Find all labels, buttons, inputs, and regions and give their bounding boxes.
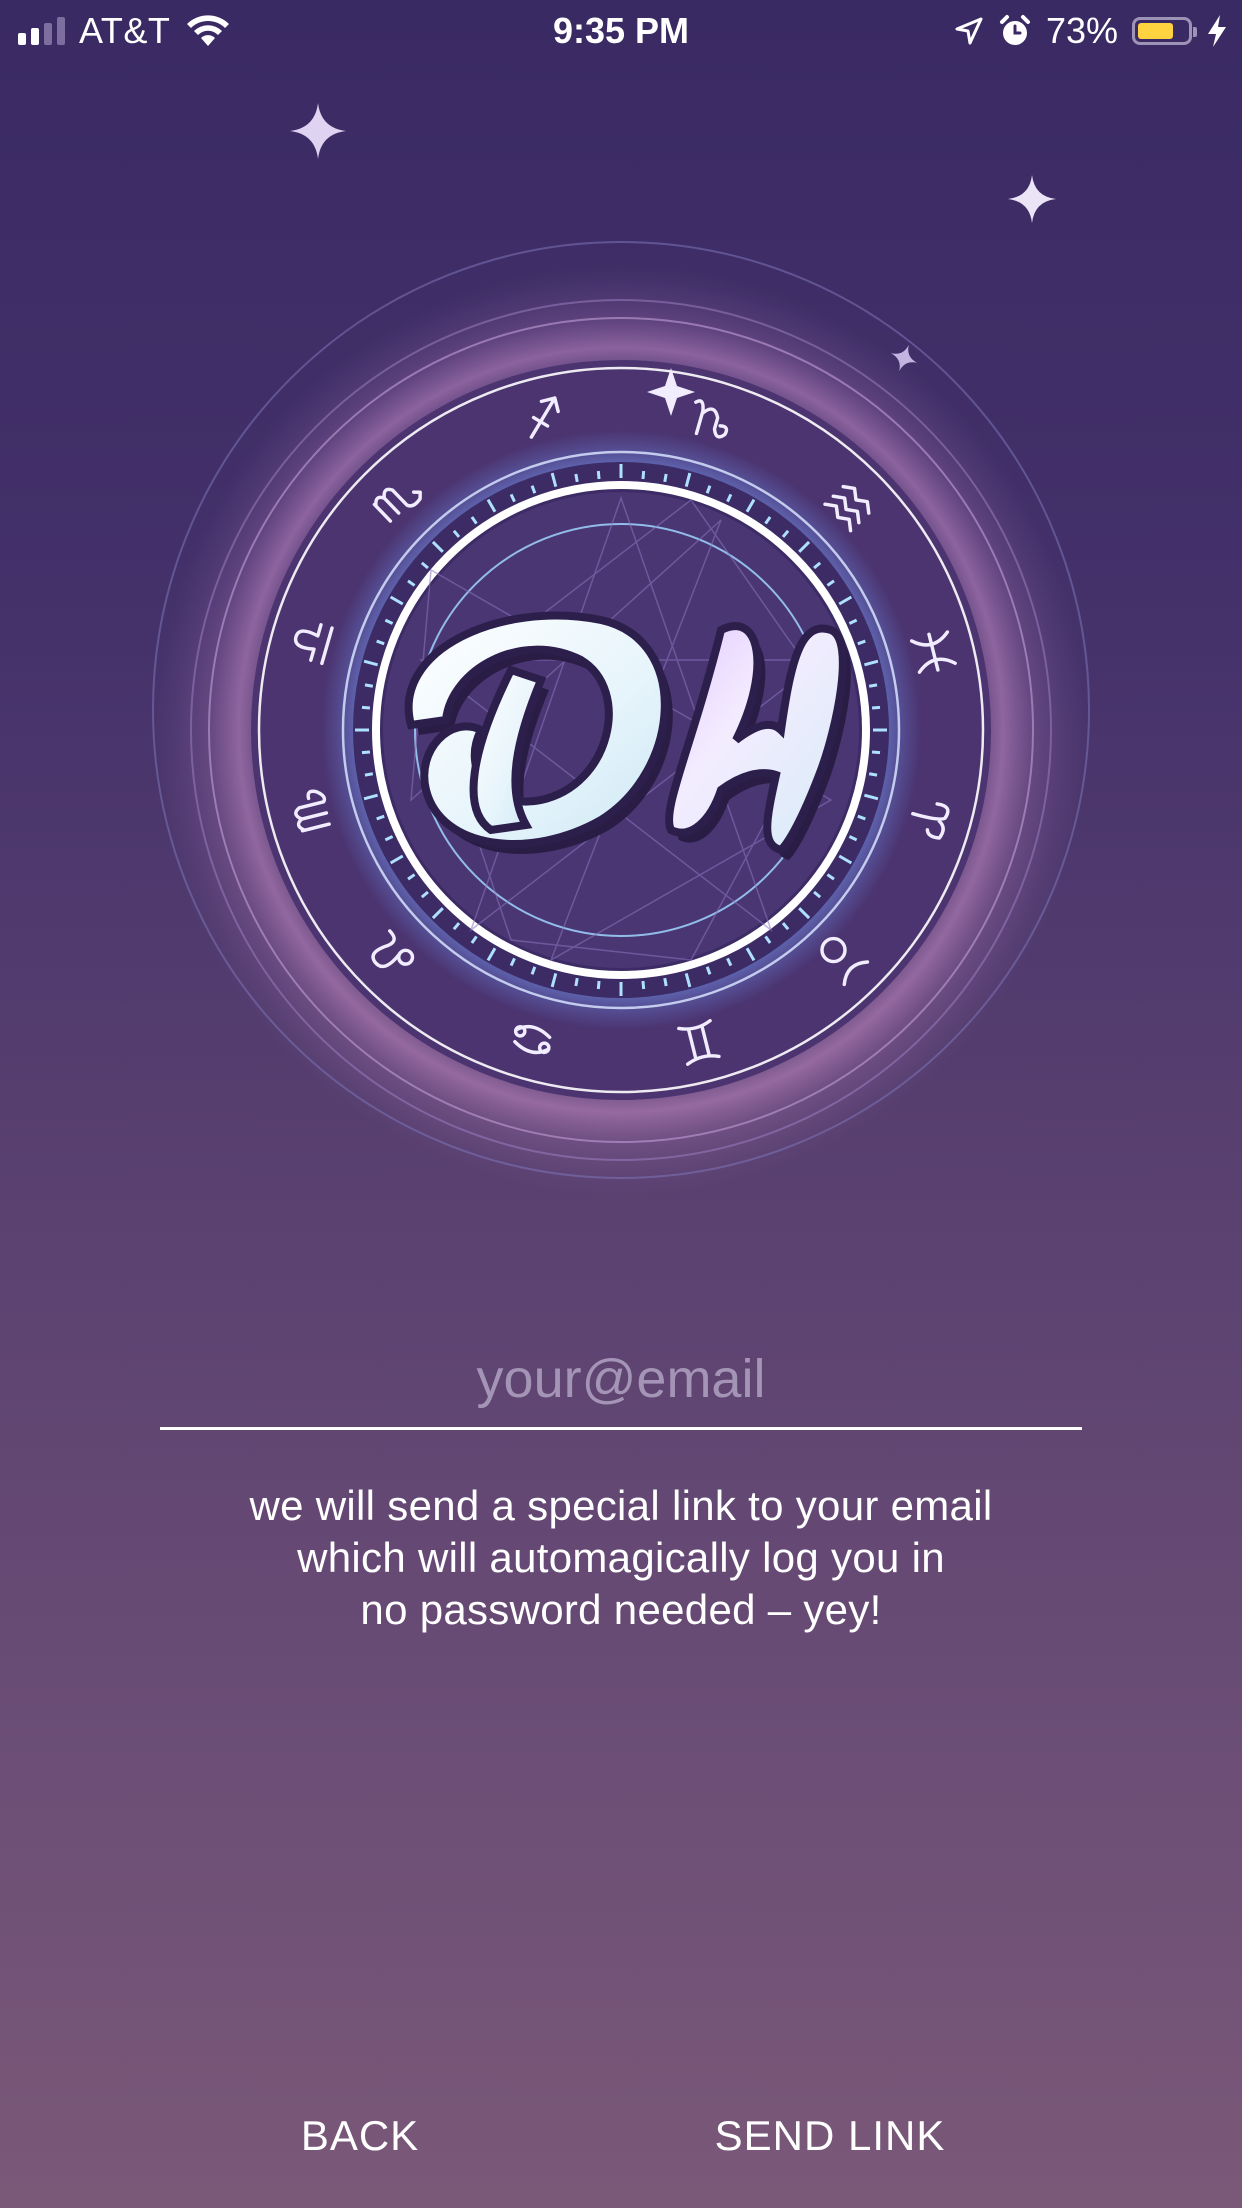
charging-bolt-icon: [1208, 15, 1226, 47]
battery-percentage: 73%: [1045, 10, 1118, 51]
dial-tick: [361, 750, 371, 755]
dial-tick: [596, 470, 601, 480]
info-line: no password needed – yey!: [360, 1586, 882, 1633]
send-link-button[interactable]: SEND LINK: [700, 2100, 960, 2172]
dial-tick: [641, 470, 646, 480]
back-button[interactable]: BACK: [280, 2100, 440, 2172]
dial-tick: [868, 772, 878, 777]
dial-tick: [364, 772, 374, 777]
sparkle-icon: [290, 103, 346, 159]
status-bar-right: 73%: [954, 10, 1228, 52]
dial-tick: [596, 980, 601, 990]
info-line: we will send a special link to your emai…: [249, 1482, 993, 1529]
alarm-clock-icon: [999, 15, 1030, 45]
status-bar: AT&T 9:35 PM 73%: [0, 0, 1242, 62]
email-input[interactable]: [160, 1330, 1082, 1430]
location-arrow-icon: [955, 17, 983, 45]
dial-tick: [871, 750, 881, 755]
dial-tick: [663, 473, 668, 483]
dial-tick: [663, 977, 668, 987]
battery-icon: [1132, 17, 1197, 45]
info-line: which will automagically log you in: [297, 1534, 945, 1581]
dial-tick: [364, 683, 374, 688]
dial-tick: [361, 705, 371, 710]
dial-tick: [641, 980, 646, 990]
sparkle-icon: [1008, 175, 1056, 223]
dial-tick: [871, 705, 881, 710]
login-info-text: we will send a special link to your emai…: [121, 1480, 1121, 1636]
dial-tick: [574, 473, 579, 483]
dh-zodiac-logo-icon: [131, 240, 1111, 1220]
battery-level-fill: [1138, 23, 1173, 39]
dial-tick: [868, 683, 878, 688]
app-logo: [131, 240, 1111, 1220]
dial-tick: [574, 977, 579, 987]
